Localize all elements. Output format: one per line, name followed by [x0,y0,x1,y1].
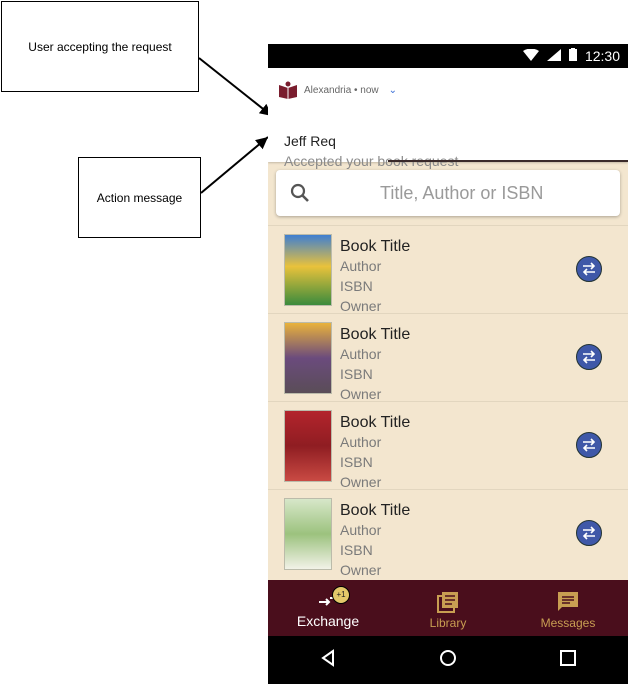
book-item[interactable]: Book Title Author ISBN Owner [268,313,628,402]
book-title: Book Title [340,238,411,255]
book-isbn: ISBN [340,454,373,470]
book-app-icon [278,81,298,99]
book-owner: Owner [340,562,382,578]
callout-user-accepting-text: User accepting the request [28,39,172,54]
book-title: Book Title [340,502,411,519]
book-author: Author [340,346,382,362]
book-isbn: ISBN [340,278,373,294]
battery-icon [568,48,577,64]
recents-icon[interactable] [559,649,577,672]
status-bar: 12:30 [268,44,628,68]
book-list: Book Title Author ISBN Owner Book Title … [268,225,628,578]
book-item[interactable]: Book Title Author ISBN Owner [268,225,628,314]
system-navigation-bar [268,636,628,684]
exchange-request-button[interactable] [576,344,602,370]
book-item[interactable]: Book Title Author ISBN Owner [268,489,628,578]
bottom-navigation: +1 Exchange Library Messages [268,580,628,636]
search-icon[interactable] [290,183,310,203]
callout-action-message: Action message [78,157,201,238]
arrow-action [200,136,269,194]
book-author: Author [340,258,382,274]
book-cover [284,322,332,394]
chevron-down-icon[interactable]: ⌄ [389,85,397,96]
nav-messages[interactable]: Messages [508,580,628,636]
nav-messages-label: Messages [540,616,596,630]
book-title: Book Title [340,414,411,431]
notification-header: Alexandria • now ⌄ [278,81,397,99]
exchange-request-button[interactable] [576,432,602,458]
home-icon[interactable] [439,649,457,672]
exchange-badge: +1 [332,586,350,604]
book-title: Book Title [340,326,411,343]
book-item[interactable]: Book Title Author ISBN Owner [268,401,628,490]
book-cover [284,234,332,306]
search-bar[interactable] [276,170,620,216]
signal-icon [546,48,561,64]
exchange-request-button[interactable] [576,256,602,282]
notification[interactable]: Alexandria • now ⌄ Jeff Req Accepted you… [268,68,628,169]
exchange-request-button[interactable] [576,520,602,546]
nav-exchange-label: Exchange [296,613,360,629]
notification-divider [388,160,628,162]
wifi-icon [522,48,539,64]
search-input[interactable] [378,181,620,205]
callout-user-accepting: User accepting the request [1,1,199,92]
book-cover [284,410,332,482]
status-time: 12:30 [584,48,620,64]
nav-exchange[interactable]: +1 Exchange [268,580,388,636]
notification-app-name: Alexandria • now [304,84,379,96]
book-isbn: ISBN [340,366,373,382]
callout-action-message-text: Action message [96,190,183,205]
arrow-user [198,57,273,117]
phone-screen: 12:30 Alexandria • now ⌄ Jeff Req Accept… [268,44,628,684]
notification-title: Jeff Req [284,133,336,149]
nav-library[interactable]: Library [388,580,508,636]
book-author: Author [340,522,382,538]
nav-library-label: Library [429,616,467,630]
book-author: Author [340,434,382,450]
book-cover [284,498,332,570]
back-icon[interactable] [319,648,337,672]
book-isbn: ISBN [340,542,373,558]
library-icon [436,590,460,614]
messages-icon [556,590,580,614]
